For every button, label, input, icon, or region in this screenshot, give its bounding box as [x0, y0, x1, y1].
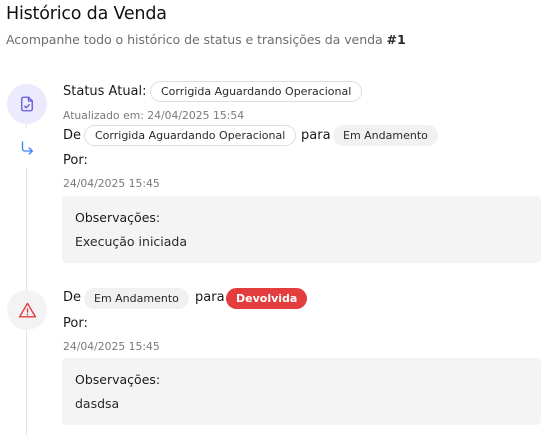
to-label: para: [195, 290, 225, 305]
current-status-badge: Corrigida Aguardando Operacional: [150, 81, 363, 102]
document-check-icon: [21, 96, 33, 112]
observations-box: Observações: dasdsa: [62, 358, 541, 425]
warning-triangle-icon: [18, 302, 36, 318]
page-title: Histórico da Venda: [6, 4, 167, 24]
from-status-badge: Corrigida Aguardando Operacional: [84, 125, 297, 146]
current-status-updated: Atualizado em: 24/04/2025 15:54: [63, 109, 245, 122]
current-status-label: Status Atual:: [63, 84, 147, 99]
to-label: para: [301, 128, 331, 143]
transition-icon-circle: [7, 128, 47, 168]
from-label: De: [63, 128, 82, 143]
to-status-badge: Devolvida: [226, 288, 308, 309]
arrow-turn-right-icon: [21, 141, 33, 155]
to-status-badge: Em Andamento: [333, 125, 438, 146]
observations-text: Execução iniciada: [75, 234, 188, 249]
page-subtitle: Acompanhe todo o histórico de status e t…: [6, 32, 406, 47]
observations-label: Observações:: [75, 210, 161, 225]
transition-timestamp: 24/04/2025 15:45: [63, 340, 160, 353]
current-status-icon-circle: [7, 84, 47, 124]
sale-reference: #1: [386, 32, 406, 47]
by-label: Por:: [63, 316, 88, 331]
from-status-badge: Em Andamento: [84, 288, 189, 309]
observations-box: Observações: Execução iniciada: [62, 196, 541, 263]
by-label: Por:: [63, 153, 88, 168]
observations-label: Observações:: [75, 372, 161, 387]
subtitle-text: Acompanhe todo o histórico de status e t…: [6, 32, 383, 47]
observations-text: dasdsa: [75, 396, 120, 411]
from-label: De: [63, 290, 82, 305]
transition-icon-circle: [7, 290, 47, 330]
transition-timestamp: 24/04/2025 15:45: [63, 177, 160, 190]
